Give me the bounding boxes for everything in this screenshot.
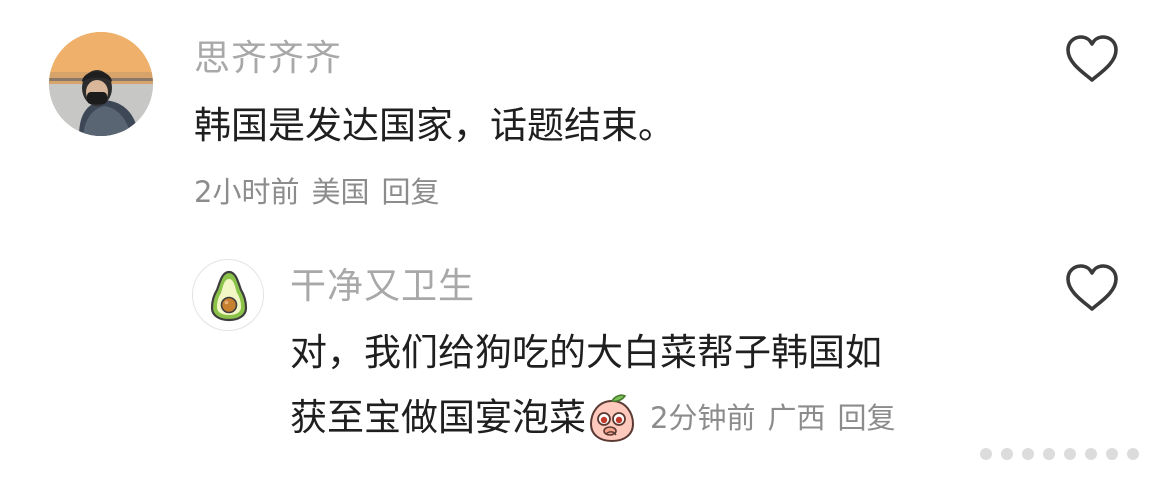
reply-text-line1: 对，我们给狗吃的大白菜帮子韩国如 [290,331,882,374]
reply-text-line2-row: 获至宝做国宴泡菜 2分钟前 广西 回复 [290,393,895,443]
reply-location: 广西 [767,401,826,435]
avatar[interactable] [49,32,153,136]
person-photo [49,32,153,136]
comment-reply-button[interactable]: 回复 [381,175,439,209]
reply-avatar[interactable] [192,259,264,331]
watermark-dot [1106,447,1118,460]
watermark-dot [1085,447,1097,460]
watermark-dot [1001,447,1013,460]
comment-thread: 思齐齐齐 韩国是发达国家，话题结束。 2小时前 美国 回复 干净又卫生 对，我们给狗… [0,0,1170,477]
comment-username[interactable]: 思齐齐齐 [194,36,342,82]
watermark-dot [1064,447,1076,460]
reply-time: 2分钟前 [650,401,756,435]
comment-meta: 2小时前 美国 回复 [194,170,439,214]
avocado-icon [210,270,248,322]
comment-location: 美国 [311,175,370,209]
comment-time: 2小时前 [194,175,300,209]
peach-face-emoji [588,393,636,443]
watermark-dot [1043,447,1055,460]
watermark-dot [980,447,992,460]
watermark-dot [1127,447,1139,460]
heart-outline-icon[interactable] [1064,262,1120,314]
heart-outline-icon[interactable] [1064,33,1120,85]
reply-meta: 2分钟前 广西 回复 [650,396,895,440]
watermark-dots [940,430,1170,477]
reply-reply-button[interactable]: 回复 [837,401,895,435]
reply-text-line2: 获至宝做国宴泡菜 [290,396,586,439]
reply-username[interactable]: 干净又卫生 [290,264,475,310]
watermark-dot [1022,447,1034,460]
comment-text: 韩国是发达国家，话题结束。 [194,104,675,147]
